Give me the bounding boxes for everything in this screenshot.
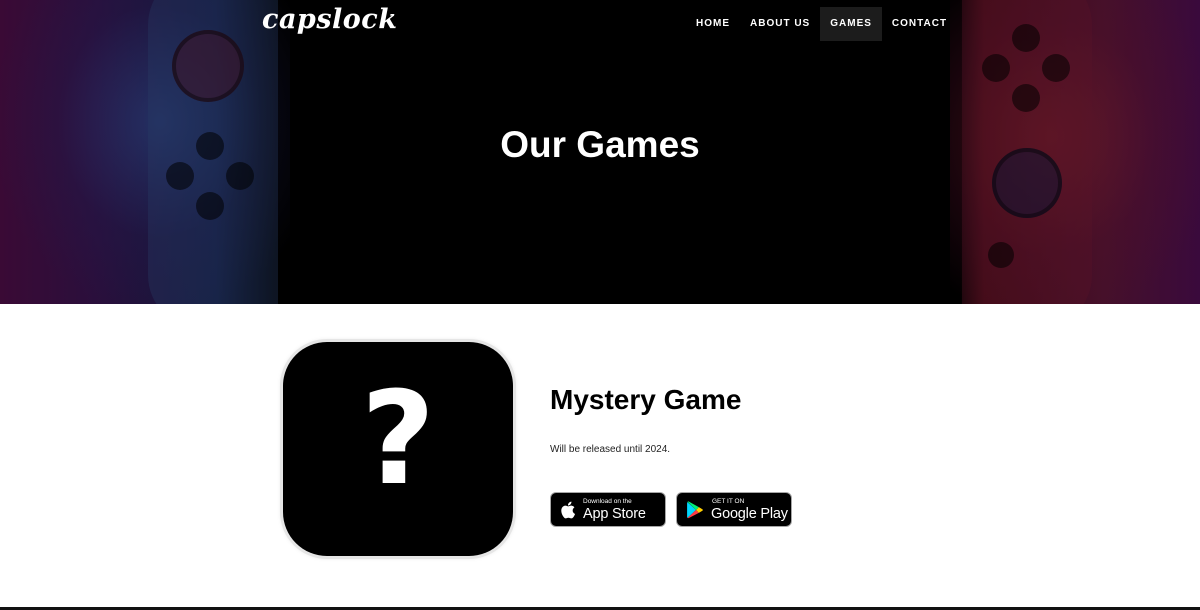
- nav-item-games[interactable]: GAMES: [820, 7, 882, 41]
- controller-stick-left: [172, 30, 244, 102]
- google-play-small-label: GET IT ON: [712, 498, 745, 505]
- google-play-button[interactable]: GET IT ON Google Play: [676, 492, 792, 527]
- game-title: Mystery Game: [550, 384, 742, 415]
- controller-button: [1012, 84, 1040, 112]
- hero-banner: capslock HOME ABOUT US GAMES CONTACT Our…: [0, 0, 1200, 304]
- brand-logo[interactable]: capslock: [262, 4, 397, 35]
- main-nav: HOME ABOUT US GAMES CONTACT: [686, 7, 957, 41]
- nav-item-about-us[interactable]: ABOUT US: [740, 7, 820, 41]
- google-play-label: Google Play: [711, 506, 788, 522]
- controller-button: [226, 162, 254, 190]
- controller-button: [1042, 54, 1070, 82]
- game-description: Will be released until 2024.: [550, 444, 671, 455]
- controller-button: [166, 162, 194, 190]
- app-store-small-label: Download on the: [583, 498, 632, 505]
- page-title: Our Games: [500, 124, 700, 165]
- app-store-label: App Store: [583, 506, 646, 522]
- controller-button: [982, 54, 1010, 82]
- controller-button: [988, 242, 1014, 268]
- nav-item-contact[interactable]: CONTACT: [882, 7, 957, 41]
- app-store-button[interactable]: Download on the App Store: [550, 492, 666, 527]
- question-mark-icon: ?: [360, 365, 436, 514]
- game-icon: ?: [283, 342, 513, 556]
- controller-button: [196, 192, 224, 220]
- apple-icon: [561, 501, 576, 519]
- nav-item-home[interactable]: HOME: [686, 7, 740, 41]
- google-play-icon: [687, 501, 703, 519]
- controller-button: [1012, 24, 1040, 52]
